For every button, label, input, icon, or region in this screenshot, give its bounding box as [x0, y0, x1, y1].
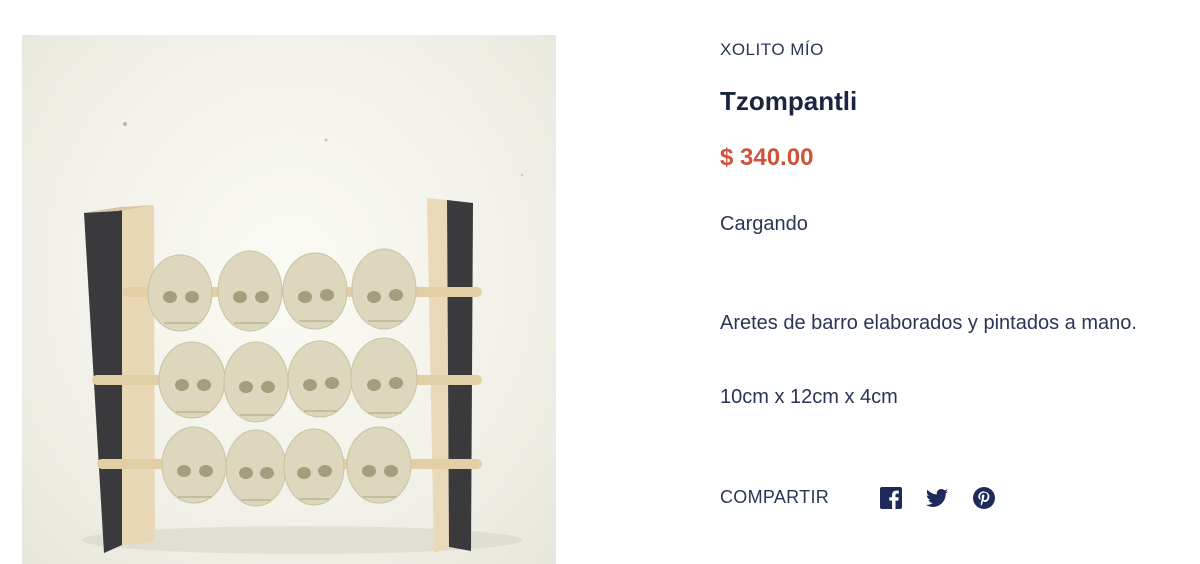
share-label: COMPARTIR	[720, 487, 830, 507]
product-page: XOLITO MÍO Tzompantli $ 340.00 Cargando …	[0, 0, 1200, 564]
facebook-icon[interactable]	[878, 485, 904, 511]
product-dimensions: 10cm x 12cm x 4cm	[720, 386, 898, 408]
product-description: Aretes de barro elaborados y pintados a …	[720, 312, 1137, 334]
loading-status: Cargando	[720, 213, 808, 235]
product-title: Tzompantli	[720, 86, 858, 116]
pinterest-icon[interactable]	[971, 485, 997, 511]
product-price: $ 340.00	[720, 144, 814, 171]
twitter-icon[interactable]	[924, 485, 950, 511]
vendor-name[interactable]: XOLITO MÍO	[720, 40, 824, 60]
product-image[interactable]	[22, 35, 556, 564]
